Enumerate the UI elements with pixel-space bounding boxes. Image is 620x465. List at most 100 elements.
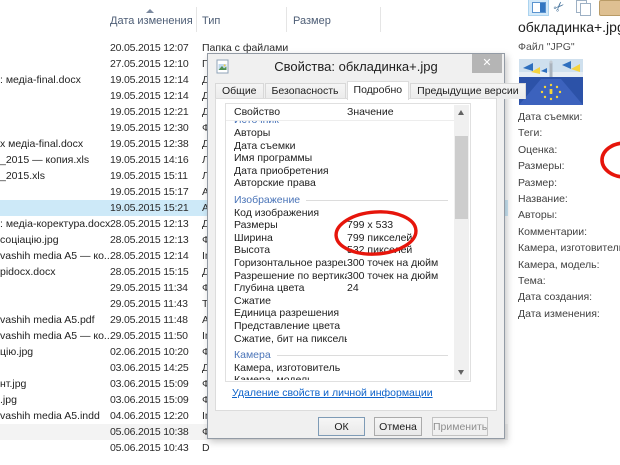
metadata-label: Размер: [518,177,557,189]
property-label: Изображение [226,194,300,206]
property-label: Разрешение по вертикали [226,270,347,282]
property-row[interactable]: Разрешение по вертикали300 точек на дюйм [226,270,454,282]
property-label: Авторские права [226,177,347,189]
cut-icon[interactable]: ✂ [550,0,569,17]
tab-предыдущие-версии[interactable]: Предыдущие версии [410,83,525,99]
file-name: vashih media A5 — ко... [0,330,113,342]
property-label: Код изображения [226,207,347,219]
property-row[interactable]: Высота532 пикселей [226,244,454,256]
property-row[interactable]: Камера, изготовитель [226,362,454,374]
column-separator[interactable] [196,7,197,32]
file-date-modified: 03.06.2015 15:09 [110,394,189,406]
file-date-modified: 19.05.2015 12:30 [110,122,189,134]
property-row[interactable]: Камера [226,349,454,361]
property-row[interactable]: Имя программы [226,152,454,164]
dialog-titlebar[interactable]: Свойства: обкладинка+.jpg ✕ [208,54,504,80]
copy-icon[interactable] [576,0,590,15]
metadata-label: Камера, изготовитель: [518,242,620,254]
property-label: Камера, модель [226,374,347,380]
property-label: Единица разрешения [226,307,347,319]
property-label: Источник [226,121,279,126]
file-name: : медіа-final.docx [0,74,81,86]
tab-общие[interactable]: Общие [215,83,264,99]
property-row[interactable]: Горизонтальное разреше...300 точек на дю… [226,257,454,269]
property-row[interactable]: Представление цвета [226,320,454,332]
property-row[interactable]: Дата приобретения [226,165,454,177]
property-row[interactable]: Ширина799 пикселей [226,232,454,244]
file-date-modified: 19.05.2015 12:38 [110,138,189,150]
column-header-size[interactable]: Размер [293,15,331,27]
property-column-header[interactable]: Свойство [234,106,280,118]
property-row[interactable]: Дата съемки [226,140,454,152]
ok-button[interactable]: ОК [318,417,365,436]
file-type: D [202,442,210,454]
folder-icon[interactable] [599,0,620,16]
section-rule [277,355,448,356]
property-label: Горизонтальное разреше... [226,257,347,269]
file-thumbnail[interactable] [519,59,583,105]
file-name: .jpg [0,394,17,406]
metadata-label: Комментарии: [518,226,587,238]
file-date-modified: 02.06.2015 10:20 [110,346,189,358]
file-date-modified: 19.05.2015 15:11 [110,170,188,182]
file-name: : медіа-коректура.docx [0,218,110,230]
property-label: Дата съемки [226,140,347,152]
value-column-header[interactable]: Значение [347,106,394,118]
preview-filetype: Файл "JPG" [518,41,575,53]
property-label: Размеры [226,219,347,231]
details-pane: ✂ обкладинка+.jpg Файл "JPG" [508,0,620,465]
column-separator[interactable] [286,7,287,32]
property-label: Глубина цвета [226,282,347,294]
file-date-modified: 19.05.2015 15:17 [110,186,189,198]
property-value: 300 точек на дюйм [347,257,438,269]
scrollbar-thumb[interactable] [455,136,468,219]
property-row[interactable]: Глубина цвета24 [226,282,454,294]
column-header-date-modified[interactable]: Дата изменения [110,15,193,27]
file-date-modified: 04.06.2015 12:20 [110,410,189,422]
close-icon[interactable]: ✕ [472,54,502,73]
scrollbar[interactable] [454,105,469,380]
remove-properties-link[interactable]: Удаление свойств и личной информации [232,387,433,399]
file-date-modified: 28.05.2015 12:14 [110,250,189,262]
property-label: Представление цвета [226,320,347,332]
property-rows: ИсточникАвторыДата съемкиИмя программыДа… [226,121,454,380]
property-row[interactable]: Авторские права [226,177,454,189]
metadata-label: Размеры: [518,160,565,172]
file-name: соціацію.jpg [0,234,59,246]
property-row[interactable]: Код изображения [226,207,454,219]
tab-безопасность[interactable]: Безопасность [265,83,346,99]
file-date-modified: 19.05.2015 12:14 [110,74,189,86]
property-value: 799 x 533 [347,219,393,231]
property-row[interactable]: Размеры799 x 533 [226,219,454,231]
scroll-down-button[interactable] [454,365,469,380]
details-tab-page: Свойство Значение ИсточникАвторыДата съе… [215,98,497,411]
property-label: Камера [226,349,271,361]
property-row[interactable]: Сжатие, бит на пиксель [226,333,454,345]
column-header-type[interactable]: Тип [202,15,220,27]
property-label: Авторы [226,127,347,139]
property-label: Сжатие [226,295,347,307]
tab-подробно[interactable]: Подробно [347,81,410,100]
apply-button[interactable]: Применить [432,417,488,436]
property-row[interactable]: Авторы [226,127,454,139]
preview-pane-icon[interactable] [528,0,549,16]
file-name: vashih media A5.pdf [0,314,95,326]
property-row[interactable]: Единица разрешения [226,307,454,319]
file-date-modified: 27.05.2015 12:10 [110,58,189,70]
file-date-modified: 28.05.2015 12:13 [110,234,189,246]
property-row[interactable]: Камера, модель [226,374,454,380]
file-name: vashih media A5 — ко... [0,250,113,262]
property-label: Сжатие, бит на пиксель [226,333,347,345]
property-row[interactable]: Изображение [226,194,454,206]
column-separator[interactable] [380,7,381,32]
chevron-up-icon [458,110,464,115]
chevron-down-icon [458,370,464,375]
scroll-up-button[interactable] [454,105,469,120]
file-name: _2015 — копия.xls [0,154,89,166]
property-row[interactable]: Источник [226,121,454,126]
file-date-modified: 19.05.2015 15:21 [110,202,189,214]
property-row[interactable]: Сжатие [226,295,454,307]
file-date-modified: 19.05.2015 12:14 [110,90,189,102]
property-list: Свойство Значение ИсточникАвторыДата съе… [225,103,471,382]
cancel-button[interactable]: Отмена [374,417,422,436]
